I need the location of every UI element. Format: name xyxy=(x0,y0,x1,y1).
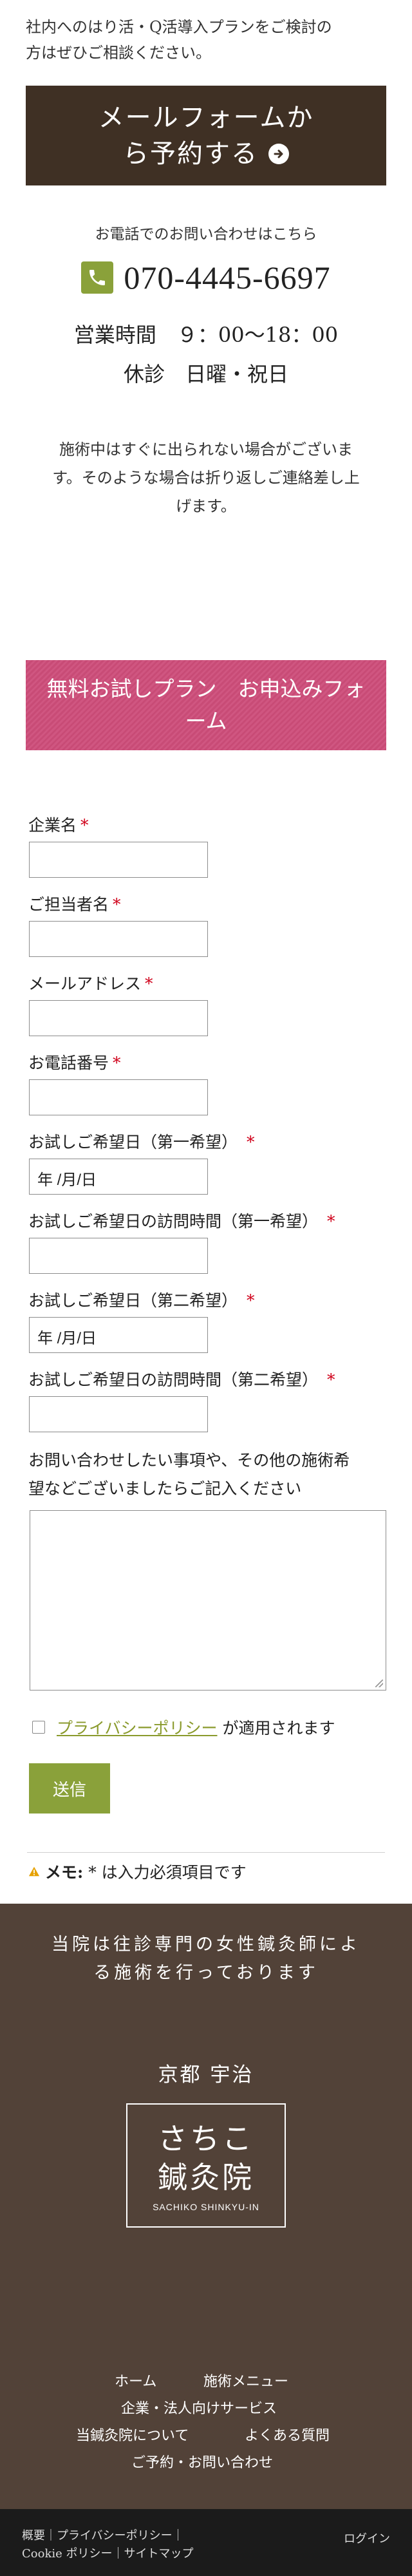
phone-number[interactable]: 070-4445-6697 xyxy=(124,259,330,296)
phone-caption: お電話でのお問い合わせはこちら xyxy=(95,226,317,243)
business-hours: 営業時間 ９：00〜18：00 xyxy=(73,323,339,347)
time1-input[interactable] xyxy=(29,1238,208,1274)
mail-button-label: メールフォームか xyxy=(98,102,314,133)
resize-grip-icon[interactable] xyxy=(375,1680,383,1687)
footer-nav-faq[interactable]: よくある質問 xyxy=(245,2424,330,2445)
intro-line: 方はぜひご相談ください。 xyxy=(26,44,211,62)
footer-nav-home[interactable]: ホーム xyxy=(115,2370,156,2391)
phone-input[interactable] xyxy=(29,1079,208,1115)
privacy-policy-link[interactable]: プライバシーポリシー xyxy=(57,1719,218,1738)
logo-text: さちこ xyxy=(158,2121,254,2156)
phone-icon xyxy=(81,261,114,294)
notice-line: す。そのような場合は折り返しご連絡差し上 xyxy=(52,469,360,487)
time1-label: お試しご希望日の訪問時間（第一希望） * xyxy=(28,1212,335,1231)
banner-line: 無料お試しプラン お申込みフォ xyxy=(46,676,366,701)
submit-button[interactable]: 送信 xyxy=(29,1763,110,1814)
inquiry-label: お問い合わせしたい事項や、その他の施術希 望などございましたらご記入ください xyxy=(28,1451,350,1498)
footer-nav-corporate[interactable]: 企業・法人向けサービス xyxy=(121,2397,277,2418)
footer-tagline: 当院は往診専門の女性鍼灸師によ る施術を行っております xyxy=(52,1935,360,1983)
person-label: ご担当者名 * xyxy=(28,895,121,914)
banner-line: ーム xyxy=(185,708,227,734)
privacy-suffix: が適用されます xyxy=(222,1719,335,1738)
intro-line: 社内へのはり活・Q活導入プランをご検討の xyxy=(26,18,332,36)
arrow-right-icon xyxy=(268,143,289,164)
date1-label: お試しご希望日（第一希望） * xyxy=(28,1133,255,1151)
date2-input[interactable]: 年 /月/日 xyxy=(29,1317,208,1353)
mail-button-label-row: ら予約する xyxy=(123,136,289,172)
privacy-checkbox[interactable] xyxy=(32,1721,45,1734)
email-label: メールアドレス * xyxy=(28,974,153,993)
time2-input[interactable] xyxy=(29,1396,208,1432)
trial-form-heading: 無料お試しプラン お申込みフォ ーム xyxy=(26,660,386,750)
logo-subtitle: SACHIKO SHINKYU-IN xyxy=(153,2201,259,2212)
inquiry-textarea[interactable] xyxy=(30,1510,386,1690)
phone-label: お電話番号 * xyxy=(28,1054,121,1072)
footer-nav-reserve[interactable]: ご予約・お問い合わせ xyxy=(131,2451,273,2472)
date2-label: お試しご希望日（第二希望） * xyxy=(28,1291,255,1310)
company-label: 企業名 * xyxy=(28,816,89,835)
notice-line: げます。 xyxy=(176,497,236,515)
logo-text: 鍼灸院 xyxy=(158,2159,254,2195)
memo-label: メモ: xyxy=(45,1863,84,1882)
login-link[interactable]: ログイン xyxy=(344,2530,390,2546)
memo-text: * は入力必須項目です xyxy=(88,1863,247,1882)
bottom-links[interactable]: 概要｜プライバシーポリシー｜ Cookie ポリシー｜サイトマップ xyxy=(22,2527,193,2563)
site-logo[interactable]: さちこ 鍼灸院 SACHIKO SHINKYU-IN xyxy=(126,2103,286,2228)
date1-input[interactable]: 年 /月/日 xyxy=(29,1159,208,1195)
footer-place: 京都 宇治 xyxy=(158,2063,254,2087)
closed-days: 休診 日曜・祝日 xyxy=(123,362,288,386)
footer-nav-menu[interactable]: 施術メニュー xyxy=(203,2370,288,2391)
required-memo: メモ: * は入力必須項目です xyxy=(28,1860,247,1883)
email-field[interactable] xyxy=(29,1000,208,1036)
person-input[interactable] xyxy=(29,921,208,957)
notice-line: 施術中はすぐに出られない場合がございま xyxy=(59,440,353,459)
intro-text: 社内へのはり活・Q活導入プランをご検討の 方はぜひご相談ください。 xyxy=(26,14,386,66)
mail-button-label: ら予約する xyxy=(123,138,258,169)
divider xyxy=(27,1852,385,1853)
privacy-consent: プライバシーポリシー が適用されます xyxy=(32,1716,335,1739)
warning-icon xyxy=(28,1862,40,1881)
phone-notice: 施術中はすぐに出られない場合がございま す。そのような場合は折り返しご連絡差し上… xyxy=(23,435,389,520)
phone-row[interactable]: 070-4445-6697 xyxy=(0,259,412,296)
mail-form-button[interactable]: メールフォームか ら予約する xyxy=(26,86,386,185)
company-input[interactable] xyxy=(29,842,208,878)
footer-nav-about[interactable]: 当鍼灸院について xyxy=(76,2424,189,2445)
time2-label: お試しご希望日の訪問時間（第二希望） * xyxy=(28,1370,335,1389)
